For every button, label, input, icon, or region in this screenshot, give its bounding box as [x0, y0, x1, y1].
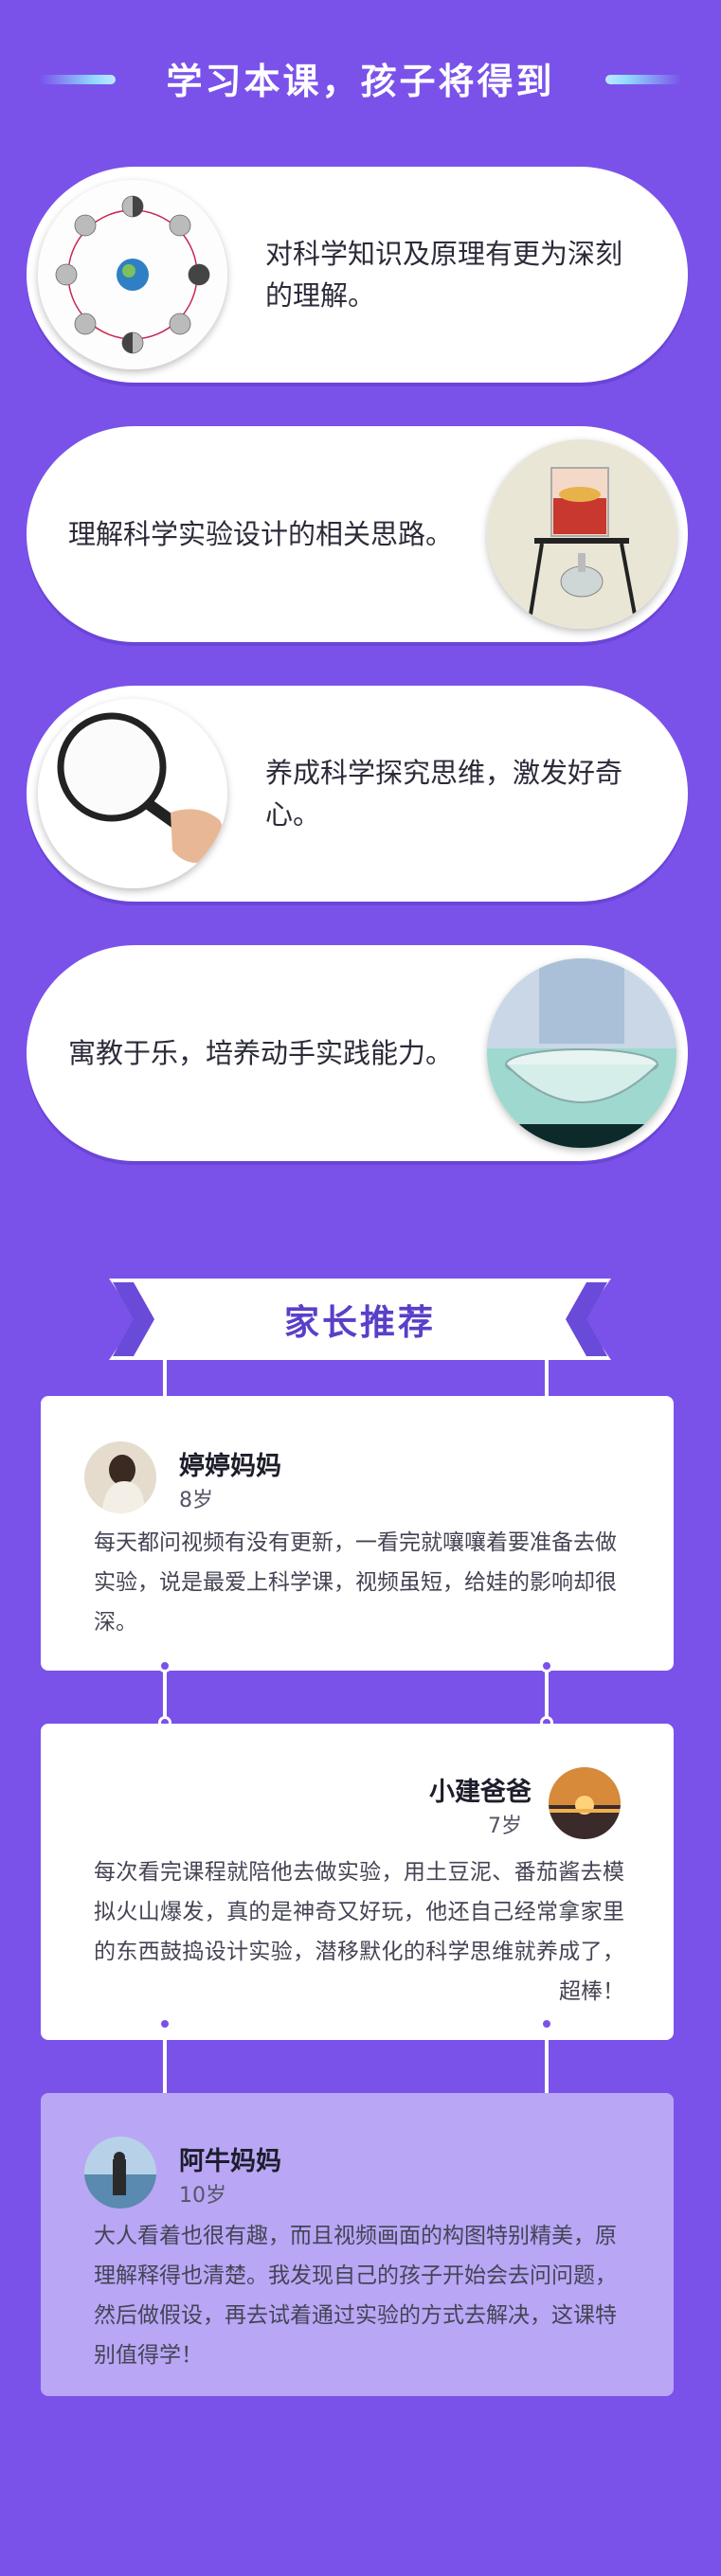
benefits-title: 学习本课，孩子将得到	[166, 60, 555, 102]
header-decoration-right	[605, 75, 681, 84]
benefit-card-2: 理解科学实验设计的相关思路。	[27, 426, 688, 642]
benefit-text-4: 寓教于乐，培养动手实践能力。	[68, 1037, 454, 1069]
beaker-experiment-image	[487, 439, 676, 629]
reviewer-name: 小建爸爸	[429, 1778, 532, 1807]
avatar	[84, 2137, 156, 2209]
moon-phases-diagram-image	[38, 180, 227, 369]
benefit-card-1: 对科学知识及原理有更为深刻的理解。	[27, 167, 688, 383]
recommend-banner: 家长推荐	[109, 1279, 611, 1360]
benefit-text-1: 对科学知识及原理有更为深刻的理解。	[265, 238, 623, 312]
reviewer-name: 阿牛妈妈	[179, 2147, 281, 2176]
review-card-2: 小建爸爸 7岁 每次看完课程就陪他去做实验，用土豆泥、番茄酱去模拟火山爆发，真的…	[41, 1724, 674, 2040]
review-card-3: 阿牛妈妈 10岁 大人看着也很有趣，而且视频画面的构图特别精美，原理解释得也清楚…	[41, 2093, 674, 2396]
benefit-card-3: 养成科学探究思维，激发好奇心。	[27, 686, 688, 902]
connector-line	[545, 1671, 549, 1722]
benefit-card-4: 寓教于乐，培养动手实践能力。	[27, 945, 688, 1161]
review-text: 每天都问视频有没有更新，一看完就嚷嚷着要准备去做实验，说是最爱上科学课，视频虽短…	[94, 1530, 617, 1635]
review-text: 大人看着也很有趣，而且视频画面的构图特别精美，原理解释得也清楚。我发现自己的孩子…	[94, 2224, 617, 2368]
reviewer-age: 8岁	[179, 1489, 213, 1512]
avatar	[84, 1441, 156, 1513]
avatar	[549, 1767, 621, 1839]
benefits-header: 学习本课，孩子将得到	[0, 49, 721, 106]
magnifying-glass-image	[38, 699, 227, 888]
benefit-text-2: 理解科学实验设计的相关思路。	[68, 518, 454, 550]
review-card-1: 婷婷妈妈 8岁 每天都问视频有没有更新，一看完就嚷嚷着要准备去做实验，说是最爱上…	[41, 1396, 674, 1671]
benefit-text-3: 养成科学探究思维，激发好奇心。	[265, 757, 623, 831]
recommend-title: 家长推荐	[284, 1302, 436, 1343]
connector-line	[163, 1671, 167, 1722]
header-decoration-left	[40, 75, 116, 84]
reviewer-name: 婷婷妈妈	[179, 1452, 281, 1481]
course-benefits-page: 学习本课，孩子将得到 对科学知识及原理有更为深刻的理解。 理解科学实验设计的相关…	[0, 0, 721, 2576]
review-text: 每次看完课程就陪他去做实验，用土豆泥、番茄酱去模拟火山爆发，真的是神奇又好玩，他…	[94, 1860, 624, 2004]
reviewer-age: 10岁	[179, 2184, 226, 2208]
glass-bowl-experiment-image	[487, 958, 676, 1148]
reviewer-age: 7岁	[488, 1815, 522, 1838]
